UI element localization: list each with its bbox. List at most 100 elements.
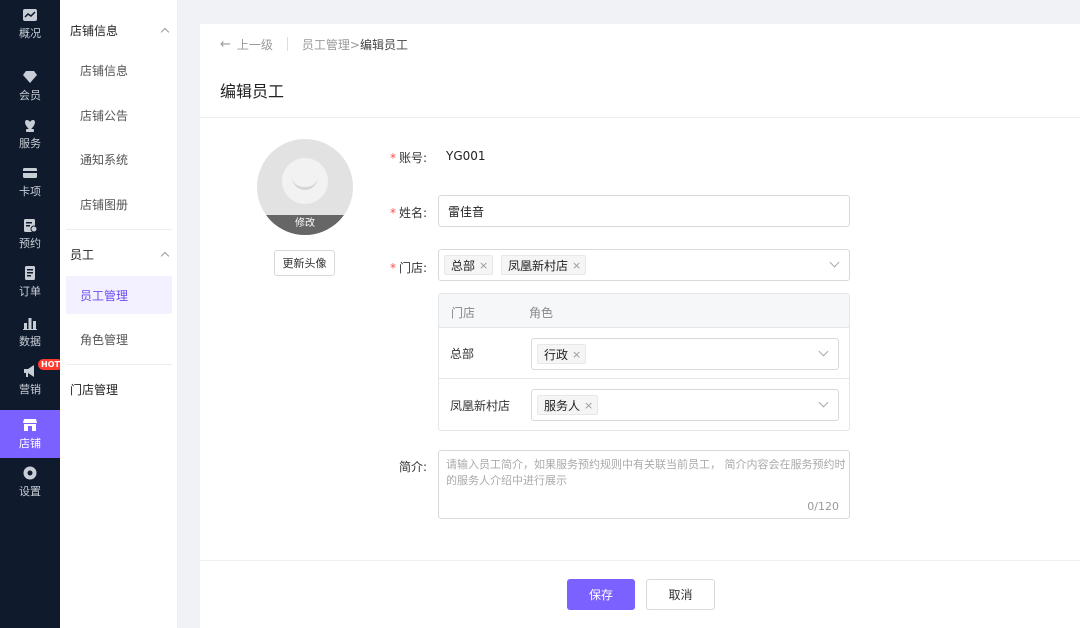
chevron-up-icon [160, 251, 170, 260]
subnav-item-label: 店铺图册 [80, 197, 129, 212]
chevron-down-icon[interactable] [818, 397, 829, 408]
subnav-item-label: 员工管理 [80, 288, 129, 303]
rail-item-data[interactable]: 数据 [0, 308, 60, 356]
close-icon[interactable]: × [479, 259, 488, 272]
breadcrumb-current: 编辑员工 [359, 37, 408, 52]
rail-item-member[interactable]: 会员 [0, 62, 60, 110]
subnav-item-role-management[interactable]: 角色管理 [66, 320, 172, 358]
bar-chart-icon [23, 318, 37, 330]
chart-icon [23, 9, 37, 21]
intro-label: 简介: [398, 460, 427, 474]
subnav-item-notify-system[interactable]: 通知系统 [66, 140, 172, 178]
store-label: * 门店: [327, 259, 427, 276]
subnav-item-store-info[interactable]: 店铺信息 [66, 51, 172, 89]
breadcrumb-separator [286, 37, 288, 51]
subnav-group-store-info[interactable]: 店铺信息 [60, 12, 178, 48]
role-select-hq[interactable]: 行政 × [531, 338, 839, 370]
chevron-down-icon[interactable] [818, 346, 829, 357]
account-value: YG001 [446, 149, 486, 163]
rail-label: 卡项 [19, 185, 41, 198]
subnav-item-label: 店铺信息 [80, 63, 129, 78]
main-content: ← 上一级 员工管理> 编辑员工 编辑员工 修改 更新头像 * 账号: YG001… [200, 24, 1080, 628]
close-icon[interactable]: × [584, 399, 593, 412]
rail-item-overview[interactable]: 概况 [0, 0, 60, 48]
back-arrow-icon[interactable]: ← [220, 37, 231, 52]
tag-label: 行政 [544, 347, 569, 362]
rail-item-card[interactable]: 卡项 [0, 158, 60, 206]
subnav-group-title: 店铺信息 [70, 23, 119, 38]
store-role-table: 门店 角色 总部 行政 × 凤凰新村店 服务人 × [438, 293, 850, 431]
rail-item-settings[interactable]: 设置 [0, 458, 60, 506]
chevron-down-icon[interactable] [829, 257, 840, 268]
subnav-group-store-management[interactable]: 门店管理 [60, 371, 178, 407]
account-label: * 账号: [327, 149, 427, 166]
subnav-item-store-album[interactable]: 店铺图册 [66, 185, 172, 223]
intro-placeholder: 请输入员工简介，如果服务预约规则中有关联当前员工， 简介内容会在服务预约时的服务… [446, 458, 846, 487]
tag-label: 服务人 [544, 398, 581, 413]
rail-label: 设置 [19, 485, 41, 498]
name-label: * 姓名: [327, 204, 427, 221]
subnav-item-label: 店铺公告 [80, 108, 129, 123]
table-row: 凤凰新村店 服务人 × [439, 380, 849, 430]
subnav-group-staff[interactable]: 员工 [60, 236, 178, 272]
rail-item-booking[interactable]: 预约 [0, 210, 60, 258]
intro-textarea[interactable]: 请输入员工简介，如果服务预约规则中有关联当前员工， 简介内容会在服务预约时的服务… [438, 450, 850, 519]
cancel-button[interactable]: 取消 [646, 579, 715, 610]
breadcrumb-back[interactable]: 上一级 [237, 36, 273, 53]
store-tag-hq: 总部 × [444, 255, 494, 275]
subnav-divider [66, 229, 172, 230]
rail-label: 服务 [19, 137, 41, 150]
update-avatar-button[interactable]: 更新头像 [274, 250, 335, 276]
store-label-text: 门店: [398, 261, 427, 275]
rail-item-store[interactable]: 店铺 [0, 410, 60, 458]
sub-nav: 店铺信息 店铺信息 店铺公告 通知系统 店铺图册 员工 员工管理 角色管理 门店… [60, 0, 178, 628]
megaphone-icon [24, 365, 34, 377]
calendar-icon [24, 219, 38, 233]
rail-label: 营销 [19, 383, 41, 396]
required-mark: * [389, 151, 396, 165]
role-select-fenghuang[interactable]: 服务人 × [531, 389, 839, 421]
table-header: 门店 角色 [439, 294, 849, 328]
role-tag: 行政 × [537, 344, 587, 364]
intro-char-counter: 0/120 [807, 500, 839, 513]
breadcrumb-parent[interactable]: 员工管理> [302, 36, 360, 53]
header-divider [200, 117, 1080, 118]
store-tag-fenghuang: 凤凰新村店 × [501, 255, 587, 275]
rail-label: 订单 [19, 285, 41, 298]
chevron-up-icon [160, 27, 170, 36]
account-label-text: 账号: [398, 151, 427, 165]
close-icon[interactable]: × [572, 259, 581, 272]
subnav-item-staff-management[interactable]: 员工管理 [66, 276, 172, 314]
store-select[interactable]: 总部 × 凤凰新村店 × [438, 249, 850, 281]
name-input[interactable]: 雷佳音 [438, 195, 850, 227]
close-icon[interactable]: × [572, 348, 581, 361]
breadcrumb: ← 上一级 员工管理> 编辑员工 [220, 34, 408, 54]
required-mark: * [389, 206, 396, 220]
store-icon [23, 419, 37, 431]
subnav-group-title: 员工 [70, 247, 95, 262]
rail-label: 会员 [19, 89, 41, 102]
column-header-store: 门店 [451, 306, 476, 320]
required-mark: * [389, 261, 396, 275]
rail-item-service[interactable]: 服务 [0, 110, 60, 158]
subnav-item-label: 角色管理 [80, 332, 129, 347]
rail-item-marketing[interactable]: HOT 营销 [0, 356, 63, 404]
column-header-role: 角色 [529, 306, 554, 320]
rail-item-order[interactable]: 订单 [0, 258, 60, 306]
rail-label: 数据 [19, 335, 41, 348]
order-icon [25, 266, 35, 280]
save-button[interactable]: 保存 [567, 579, 635, 610]
subnav-item-label: 通知系统 [80, 152, 129, 167]
diamond-icon [23, 71, 37, 83]
footer-divider [200, 560, 1080, 561]
subnav-divider [66, 364, 172, 365]
name-label-text: 姓名: [398, 206, 427, 220]
name-input-value: 雷佳音 [448, 205, 485, 219]
table-row: 总部 行政 × [439, 328, 849, 379]
row-store-name: 凤凰新村店 [450, 399, 511, 413]
tag-label: 凤凰新村店 [508, 258, 569, 273]
main-nav-rail: 概况 会员 服务 卡项 预约 订单 数据 HOT 营销 店铺 设置 [0, 0, 63, 628]
heart-hand-icon [25, 120, 35, 132]
rail-label: 预约 [19, 237, 41, 250]
subnav-item-store-notice[interactable]: 店铺公告 [66, 96, 172, 134]
